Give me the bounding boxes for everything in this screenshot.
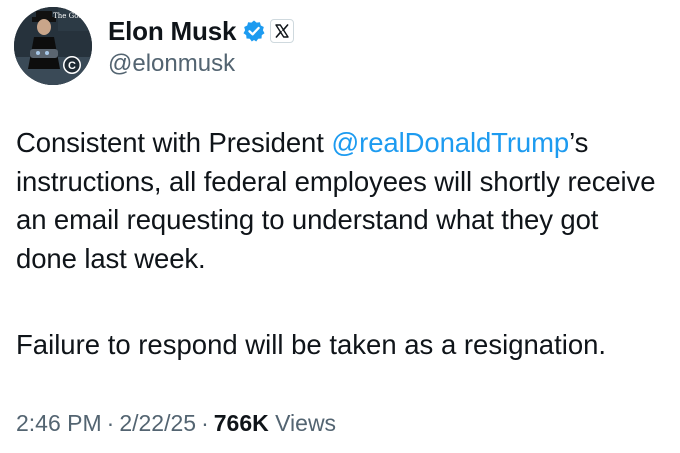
verified-badge-icon[interactable]	[242, 19, 266, 43]
author-identity: Elon Musk @elonmusk	[108, 14, 295, 78]
meta-separator: ·	[106, 410, 115, 436]
tweet-time[interactable]: 2:46 PM	[16, 410, 102, 436]
tweet-text: Consistent with President @realDonaldTru…	[16, 124, 666, 278]
meta-separator: ·	[201, 410, 209, 436]
mention-link[interactable]: @realDonaldTrump	[331, 127, 569, 158]
tweet-text-part: Consistent with President	[16, 127, 332, 158]
author-handle[interactable]: @elonmusk	[108, 50, 294, 78]
avatar-badge: C	[68, 60, 76, 72]
avatar-text: The Gospel	[53, 12, 92, 20]
x-logo-icon[interactable]	[270, 19, 295, 43]
tweet: The Gospel C Elon Musk @elonmusk Consist…	[0, 0, 680, 453]
tweet-date[interactable]: 2/22/25	[119, 410, 196, 436]
tweet-text-paragraph-2: Failure to respond will be taken as a re…	[16, 329, 607, 360]
avatar[interactable]: The Gospel C	[14, 7, 92, 85]
views-count[interactable]: 766K	[214, 410, 269, 436]
author-display-name[interactable]: Elon Musk	[108, 16, 236, 47]
tweet-header: The Gospel C Elon Musk @elonmusk	[14, 7, 295, 85]
views-label: Views	[275, 410, 337, 436]
tweet-meta: 2:46 PM · 2/22/25 · 766K Views	[16, 410, 336, 437]
name-row: Elon Musk	[108, 14, 295, 48]
